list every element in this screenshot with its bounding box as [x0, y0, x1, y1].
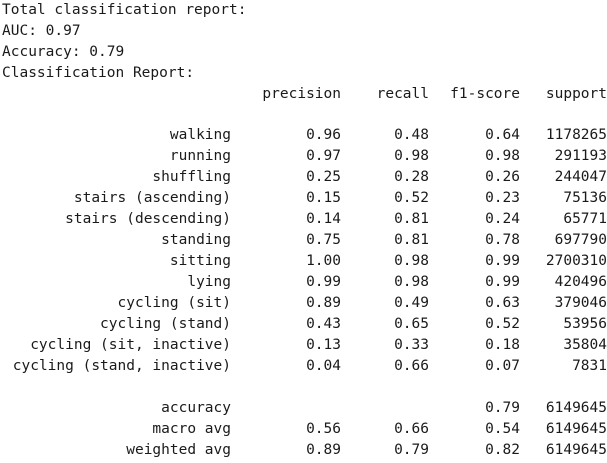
f1-score-value: 0.26: [485, 169, 520, 185]
row-label: shuffling: [152, 169, 231, 185]
row-label: cycling (sit): [117, 295, 232, 311]
precision-value: 1.00: [306, 253, 341, 269]
f1-score-value: 0.78: [485, 232, 520, 248]
row-label: cycling (stand): [100, 316, 231, 332]
table-row: shuffling 0.25 0.28 0.26 244047: [2, 167, 607, 188]
recall-value: 0.66: [394, 421, 429, 437]
recall-value: 0.52: [394, 190, 429, 206]
f1-score-value: 0.98: [485, 148, 520, 164]
row-label: stairs (ascending): [73, 190, 231, 206]
row-label: running: [169, 148, 231, 164]
recall-value: 0.48: [394, 127, 429, 143]
support-value: 7831: [572, 358, 607, 374]
table-row: standing 0.75 0.81 0.78 697790: [2, 230, 607, 251]
precision-value: 0.14: [306, 211, 341, 227]
table-row: cycling (stand) 0.43 0.65 0.52 53956: [2, 314, 607, 335]
support-value: 35804: [563, 337, 607, 353]
support-value: 53956: [563, 316, 607, 332]
recall-value: 0.49: [394, 295, 429, 311]
f1-score-value: 0.99: [485, 253, 520, 269]
summary-row: macro avg 0.56 0.66 0.54 6149645: [2, 419, 607, 440]
accuracy-line: Accuracy: 0.79: [2, 44, 125, 60]
recall-value: 0.98: [394, 274, 429, 290]
auc-line: AUC: 0.97: [2, 23, 81, 39]
table-row: stairs (ascending) 0.15 0.52 0.23 75136: [2, 188, 607, 209]
row-label: sitting: [169, 253, 231, 269]
recall-value: 0.98: [394, 148, 429, 164]
recall-value: 0.28: [394, 169, 429, 185]
f1-score-value: 0.64: [485, 127, 520, 143]
row-label: weighted avg: [126, 442, 231, 458]
table-row: cycling (stand, inactive) 0.04 0.66 0.07 783…: [2, 356, 607, 377]
support-value: 379046: [554, 295, 607, 311]
f1-score-value: 0.63: [485, 295, 520, 311]
f1-score-value: 0.07: [485, 358, 520, 374]
precision-value: 0.99: [306, 274, 341, 290]
table-row: running 0.97 0.98 0.98 291193: [2, 146, 607, 167]
table-row: sitting 1.00 0.98 0.99 2700310: [2, 251, 607, 272]
summary-row: accuracy 0.79 6149645: [2, 398, 607, 419]
recall-value: 0.66: [394, 358, 429, 374]
console-output: Total classification report: AUC: 0.97 A…: [2, 0, 607, 463]
f1-score-value: 0.54: [485, 421, 520, 437]
support-value: 1178265: [545, 127, 607, 143]
precision-value: 0.43: [306, 316, 341, 332]
support-value: 244047: [554, 169, 607, 185]
precision-value: 0.96: [306, 127, 341, 143]
precision-value: 0.75: [306, 232, 341, 248]
recall-value: 0.65: [394, 316, 429, 332]
row-label: standing: [161, 232, 231, 248]
recall-value: 0.98: [394, 253, 429, 269]
precision-value: 0.97: [306, 148, 341, 164]
precision-value: 0.04: [306, 358, 341, 374]
row-label: lying: [187, 274, 231, 290]
report-title: Total classification report:: [2, 2, 247, 18]
row-label: cycling (stand, inactive): [12, 358, 231, 374]
column-header-f1-score: f1-score: [450, 86, 520, 102]
f1-score-value: 0.82: [485, 442, 520, 458]
precision-value: 0.13: [306, 337, 341, 353]
support-value: 6149645: [545, 421, 607, 437]
support-value: 697790: [554, 232, 607, 248]
row-label: macro avg: [152, 421, 231, 437]
support-value: 6149645: [545, 400, 607, 416]
table-header-row: precision recall f1-score support: [2, 84, 607, 105]
table-row: cycling (sit, inactive) 0.13 0.33 0.18 35804: [2, 335, 607, 356]
f1-score-value: 0.18: [485, 337, 520, 353]
table-row: walking 0.96 0.48 0.64 1178265: [2, 125, 607, 146]
support-value: 65771: [563, 211, 607, 227]
table-row: lying 0.99 0.98 0.99 420496: [2, 272, 607, 293]
support-value: 6149645: [545, 442, 607, 458]
table-row: stairs (descending) 0.14 0.81 0.24 65771: [2, 209, 607, 230]
support-value: 2700310: [545, 253, 607, 269]
recall-value: 0.81: [394, 211, 429, 227]
row-label: accuracy: [161, 400, 231, 416]
f1-score-value: 0.23: [485, 190, 520, 206]
f1-score-value: 0.79: [485, 400, 520, 416]
support-value: 420496: [554, 274, 607, 290]
support-value: 291193: [554, 148, 607, 164]
summary-row: weighted avg 0.89 0.79 0.82 6149645: [2, 440, 607, 461]
precision-value: 0.15: [306, 190, 341, 206]
table-row: cycling (sit) 0.89 0.49 0.63 379046: [2, 293, 607, 314]
precision-value: 0.56: [306, 421, 341, 437]
precision-value: 0.89: [306, 295, 341, 311]
recall-value: 0.33: [394, 337, 429, 353]
precision-value: 0.25: [306, 169, 341, 185]
f1-score-value: 0.24: [485, 211, 520, 227]
row-label: stairs (descending): [65, 211, 231, 227]
f1-score-value: 0.99: [485, 274, 520, 290]
column-header-precision: precision: [262, 86, 341, 102]
f1-score-value: 0.52: [485, 316, 520, 332]
precision-value: 0.89: [306, 442, 341, 458]
support-value: 75136: [563, 190, 607, 206]
recall-value: 0.81: [394, 232, 429, 248]
classification-report-title: Classification Report:: [2, 65, 195, 81]
recall-value: 0.79: [394, 442, 429, 458]
row-label: walking: [169, 127, 231, 143]
column-header-recall: recall: [376, 86, 429, 102]
row-label: cycling (sit, inactive): [30, 337, 231, 353]
column-header-support: support: [545, 86, 607, 102]
